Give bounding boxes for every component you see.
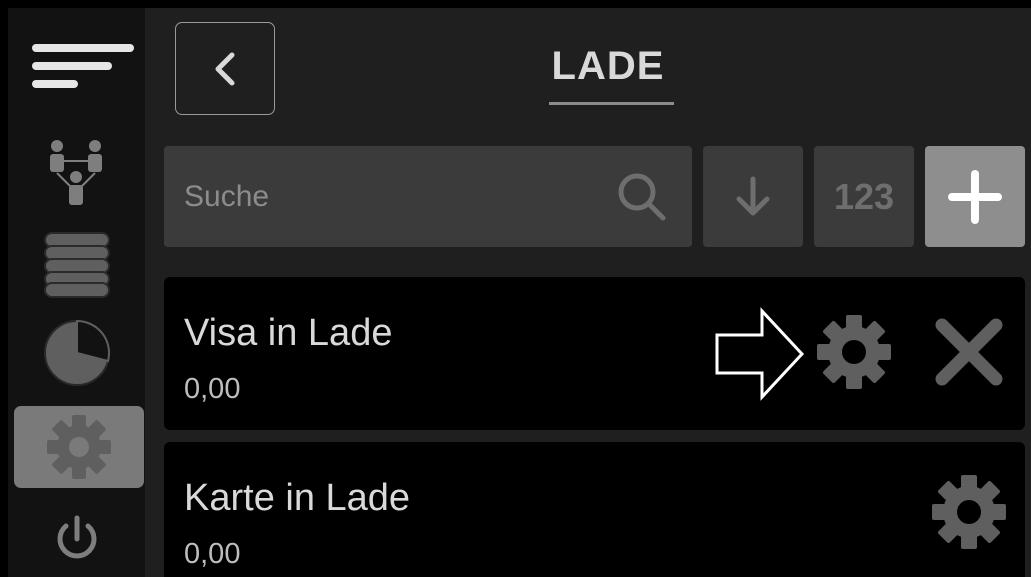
item-delete-button[interactable]	[919, 312, 1019, 392]
gear-icon	[817, 315, 891, 389]
add-button[interactable]	[925, 146, 1025, 247]
item-settings-button[interactable]	[804, 312, 904, 392]
numeric-label: 123	[833, 175, 895, 217]
search-input[interactable]	[164, 146, 592, 247]
title-underline	[549, 102, 674, 105]
page-title: LADE	[551, 44, 665, 88]
sidebar-item-logout[interactable]	[8, 498, 145, 577]
search-button[interactable]	[592, 146, 692, 247]
item-amount: 0,00	[184, 538, 241, 570]
item-amount: 0,00	[184, 373, 241, 405]
gear-icon	[47, 415, 111, 479]
close-icon	[935, 318, 1003, 386]
app-window: LADE 123 Visa in Lade 0,00	[8, 8, 1031, 577]
arrow-right-icon	[715, 307, 805, 401]
search-icon	[618, 173, 666, 220]
item-name: Karte in Lade	[184, 477, 411, 519]
item-name: Visa in Lade	[184, 312, 393, 354]
item-settings-button[interactable]	[919, 472, 1019, 552]
sidebar-item-statistics[interactable]	[8, 308, 145, 398]
pie-chart-icon	[43, 319, 110, 386]
sort-button[interactable]	[703, 146, 803, 247]
menu-icon	[32, 44, 134, 88]
users-icon	[49, 140, 102, 205]
coins-icon	[43, 232, 110, 298]
sidebar	[8, 8, 145, 577]
arrow-down-icon	[736, 176, 770, 215]
gear-icon	[932, 475, 1006, 549]
plus-icon	[948, 169, 1002, 224]
back-button[interactable]	[175, 22, 275, 115]
sidebar-item-settings[interactable]	[14, 406, 144, 488]
search-bar	[164, 146, 692, 247]
chevron-left-icon	[215, 52, 235, 85]
list-item[interactable]: Karte in Lade 0,00	[164, 442, 1025, 577]
sidebar-item-coins[interactable]	[8, 224, 145, 304]
list-item[interactable]: Visa in Lade 0,00	[164, 277, 1025, 430]
sidebar-item-users[interactable]	[8, 133, 145, 213]
numeric-sort-button[interactable]: 123	[814, 146, 914, 247]
sidebar-item-menu[interactable]	[8, 28, 145, 108]
power-icon	[57, 515, 96, 559]
